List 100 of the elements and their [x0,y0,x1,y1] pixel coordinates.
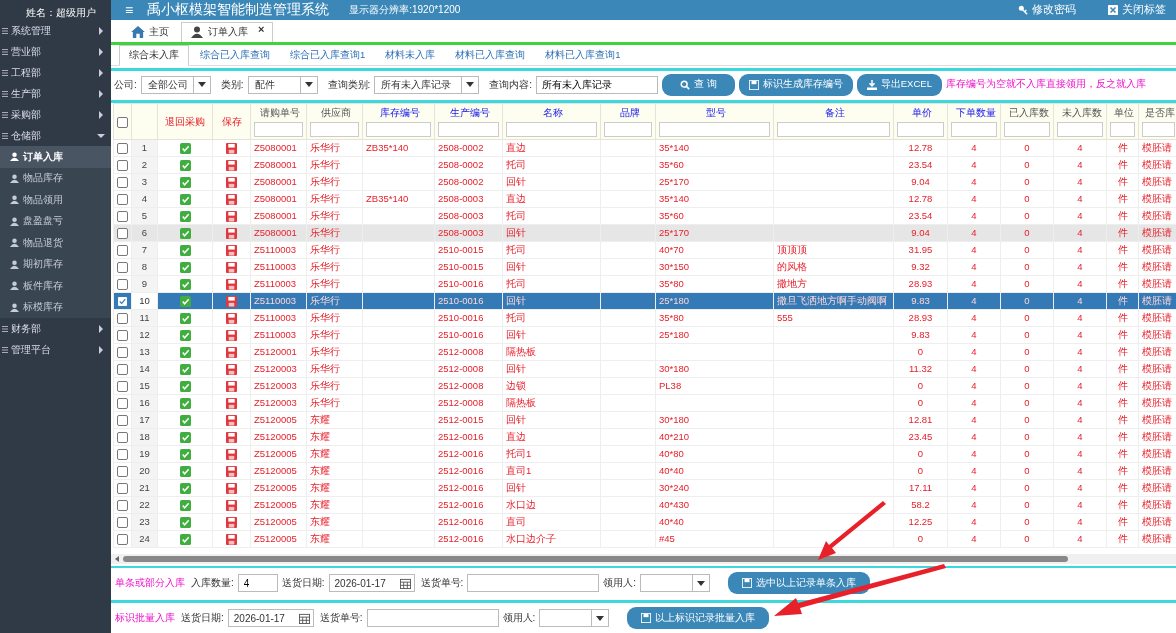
row-checkbox[interactable] [117,245,128,257]
column-filter-input[interactable] [951,122,997,138]
select-all-checkbox[interactable] [117,116,128,128]
row-checkbox[interactable] [117,211,128,223]
floppy-icon[interactable] [226,160,237,172]
sidebar-subitem[interactable]: 期初库存 [0,253,111,275]
floppy-icon[interactable] [226,262,237,274]
sidebar-item[interactable]: 生产部 [0,83,111,104]
checkmark-icon[interactable] [179,415,191,427]
checkmark-icon[interactable] [179,517,191,529]
sidebar-item[interactable]: 工程部 [0,62,111,83]
floppy-icon[interactable] [226,398,237,410]
floppy-icon[interactable] [226,194,237,206]
subtab[interactable]: 综合已入库查询 [191,46,279,66]
sidebar-subitem[interactable]: 物品领用 [0,189,111,211]
checkmark-icon[interactable] [179,211,191,223]
column-filter-input[interactable] [310,122,359,138]
checkmark-icon[interactable] [179,194,191,206]
floppy-icon[interactable] [226,364,237,376]
column-filter-input[interactable] [506,122,597,138]
company-select[interactable]: 全部公司 [140,75,211,94]
delivery-number-input[interactable] [366,609,499,628]
scroll-left-icon[interactable] [115,555,119,562]
floppy-icon[interactable] [226,330,237,342]
delivery-number-input[interactable] [467,574,600,593]
single-entry-button[interactable]: 选中以上记录单条入库 [728,572,871,595]
row-checkbox[interactable] [117,364,128,376]
floppy-icon[interactable] [226,466,237,478]
floppy-icon[interactable] [226,449,237,461]
floppy-icon[interactable] [226,517,237,529]
toolbar-button[interactable]: 标识生成库存编号 [738,73,853,96]
checkmark-icon[interactable] [179,534,191,546]
column-filter-input[interactable] [1142,122,1175,138]
floppy-icon[interactable] [226,143,237,155]
row-checkbox[interactable] [117,415,128,427]
category-select[interactable]: 配件 [247,75,318,94]
query-type-select[interactable]: 所有未入库记录 [374,75,480,94]
row-checkbox[interactable] [117,483,128,495]
quantity-input[interactable]: 4 [237,574,278,593]
row-checkbox[interactable] [117,534,128,546]
row-checkbox[interactable] [117,313,128,325]
sidebar-item[interactable]: 仓储部 [0,125,111,146]
menu-toggle[interactable]: ≡ [125,1,134,18]
checkmark-icon[interactable] [179,432,191,444]
floppy-icon[interactable] [226,279,237,291]
column-filter-input[interactable] [897,122,944,138]
row-checkbox[interactable] [117,296,128,308]
sidebar-subitem[interactable]: 订单入库 [0,146,111,168]
subtab[interactable]: 综合已入库查询1 [281,46,375,66]
toolbar-button[interactable]: 查 询 [662,73,735,96]
sidebar-subitem[interactable]: 盘盈盘亏 [0,210,111,232]
sidebar-item[interactable]: 管理平台 [0,339,111,360]
checkmark-icon[interactable] [179,381,191,393]
column-filter-input[interactable] [366,122,431,138]
row-checkbox[interactable] [117,160,128,172]
sidebar-item[interactable]: 财务部 [0,318,111,339]
row-checkbox[interactable] [117,517,128,529]
sidebar-item[interactable]: 采购部 [0,104,111,125]
query-input[interactable]: 所有未入库记录 [536,75,659,94]
sidebar-subitem[interactable]: 标模库存 [0,296,111,318]
column-filter-input[interactable] [777,122,890,138]
subtab[interactable]: 材料已入库查询 [446,46,535,66]
checkmark-icon[interactable] [179,398,191,410]
subtab[interactable]: 材料未入库 [376,46,445,66]
checkmark-icon[interactable] [179,500,191,512]
checkmark-icon[interactable] [179,279,191,291]
row-checkbox[interactable] [117,347,128,359]
column-filter-input[interactable] [659,122,770,138]
column-filter-input[interactable] [254,122,303,138]
floppy-icon[interactable] [226,177,237,189]
row-checkbox[interactable] [117,432,128,444]
checkmark-icon[interactable] [179,483,191,495]
tab-close-button[interactable]: × [258,22,265,35]
sidebar-subitem[interactable]: 物品库存 [0,167,111,189]
sidebar-subitem[interactable]: 物品退货 [0,232,111,254]
floppy-icon[interactable] [226,432,237,444]
horizontal-scrollbar[interactable] [111,553,1176,564]
floppy-icon[interactable] [226,296,237,308]
row-checkbox[interactable] [117,398,128,410]
subtab[interactable]: 综合未入库 [119,45,189,67]
checkmark-icon[interactable] [179,449,191,461]
page-tab[interactable]: 订单入库 × [181,21,274,42]
row-checkbox[interactable] [117,500,128,512]
row-checkbox[interactable] [117,279,128,291]
column-filter-input[interactable] [1110,122,1135,138]
floppy-icon[interactable] [226,415,237,427]
floppy-icon[interactable] [226,245,237,257]
checkmark-icon[interactable] [179,296,191,308]
row-checkbox[interactable] [117,466,128,478]
column-filter-input[interactable] [604,122,652,138]
floppy-icon[interactable] [226,534,237,546]
floppy-icon[interactable] [226,483,237,495]
checkmark-icon[interactable] [179,143,191,155]
checkmark-icon[interactable] [179,364,191,376]
column-filter-input[interactable] [438,122,499,138]
page-tab[interactable]: 主页 [123,22,177,42]
checkmark-icon[interactable] [179,466,191,478]
checkmark-icon[interactable] [179,330,191,342]
sidebar-item[interactable]: 系统管理 [0,20,111,41]
toolbar-button[interactable]: 导出EXCEL [856,73,942,96]
